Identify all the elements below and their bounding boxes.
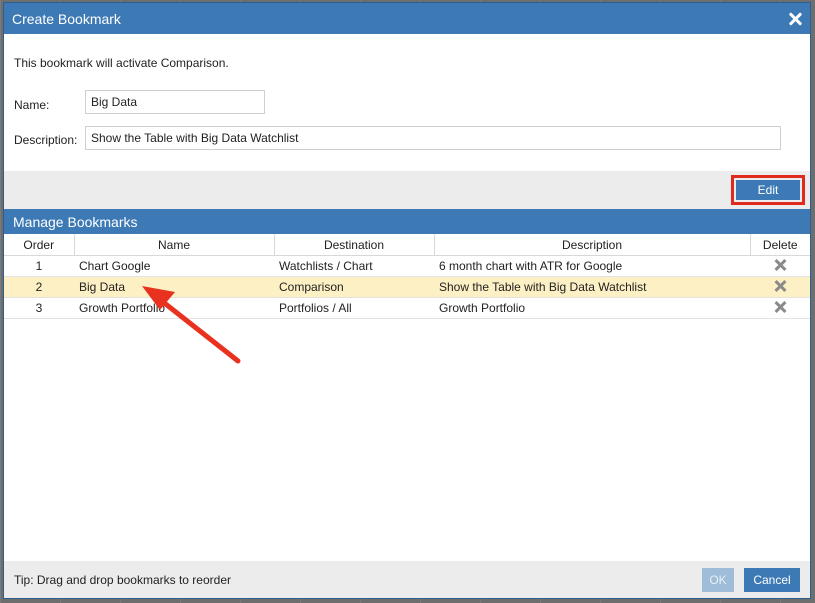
table-row-selected[interactable]: 2 Big Data Comparison Show the Table wit… xyxy=(4,276,810,298)
table-row[interactable]: 1 Chart Google Watchlists / Chart 6 mont… xyxy=(4,255,810,277)
row-delete-cell xyxy=(750,297,810,319)
tip-text: Tip: Drag and drop bookmarks to reorder xyxy=(14,572,231,587)
ok-button[interactable]: OK xyxy=(702,567,734,592)
name-label: Name: xyxy=(14,98,50,112)
column-name[interactable]: Name xyxy=(74,234,275,256)
row-destination: Portfolios / All xyxy=(274,297,434,319)
row-name: Chart Google xyxy=(74,255,274,277)
name-input[interactable] xyxy=(85,90,265,114)
row-destination: Watchlists / Chart xyxy=(274,255,434,277)
row-order: 1 xyxy=(4,255,74,277)
form-toolbar: Edit xyxy=(4,171,810,209)
dialog-titlebar: Create Bookmark xyxy=(4,3,810,34)
row-description: Growth Portfolio xyxy=(434,297,750,319)
row-description: Show the Table with Big Data Watchlist xyxy=(434,276,750,298)
dialog-footer: Tip: Drag and drop bookmarks to reorder … xyxy=(4,561,810,598)
table-header-row: Order Name Destination Description Delet… xyxy=(4,234,810,256)
description-label: Description: xyxy=(14,133,78,147)
row-description: 6 month chart with ATR for Google xyxy=(434,255,750,277)
row-name: Big Data xyxy=(74,276,274,298)
info-text: This bookmark will activate Comparison. xyxy=(14,56,229,70)
column-description[interactable]: Description xyxy=(434,234,751,256)
row-destination: Comparison xyxy=(274,276,434,298)
delete-icon[interactable] xyxy=(774,259,786,271)
row-order: 3 xyxy=(4,297,74,319)
row-name: Growth Portfolio xyxy=(74,297,274,319)
row-delete-cell xyxy=(750,255,810,277)
edit-highlight: Edit xyxy=(731,175,805,205)
description-input[interactable] xyxy=(85,126,781,150)
delete-icon[interactable] xyxy=(774,301,786,313)
close-icon[interactable] xyxy=(788,12,802,26)
row-order: 2 xyxy=(4,276,74,298)
row-delete-cell xyxy=(750,276,810,298)
create-bookmark-dialog: Create Bookmark This bookmark will activ… xyxy=(3,2,811,599)
column-destination[interactable]: Destination xyxy=(274,234,435,256)
delete-icon[interactable] xyxy=(774,280,786,292)
table-row[interactable]: 3 Growth Portfolio Portfolios / All Grow… xyxy=(4,297,810,319)
cancel-button[interactable]: Cancel xyxy=(744,567,800,592)
edit-button[interactable]: Edit xyxy=(736,180,800,200)
bookmarks-table: Order Name Destination Description Delet… xyxy=(4,234,810,319)
bookmark-form: This bookmark will activate Comparison. … xyxy=(4,34,810,171)
column-delete: Delete xyxy=(750,234,810,256)
manage-bookmarks-header: Manage Bookmarks xyxy=(4,209,810,234)
column-order[interactable]: Order xyxy=(4,234,75,256)
dialog-title: Create Bookmark xyxy=(12,10,121,27)
